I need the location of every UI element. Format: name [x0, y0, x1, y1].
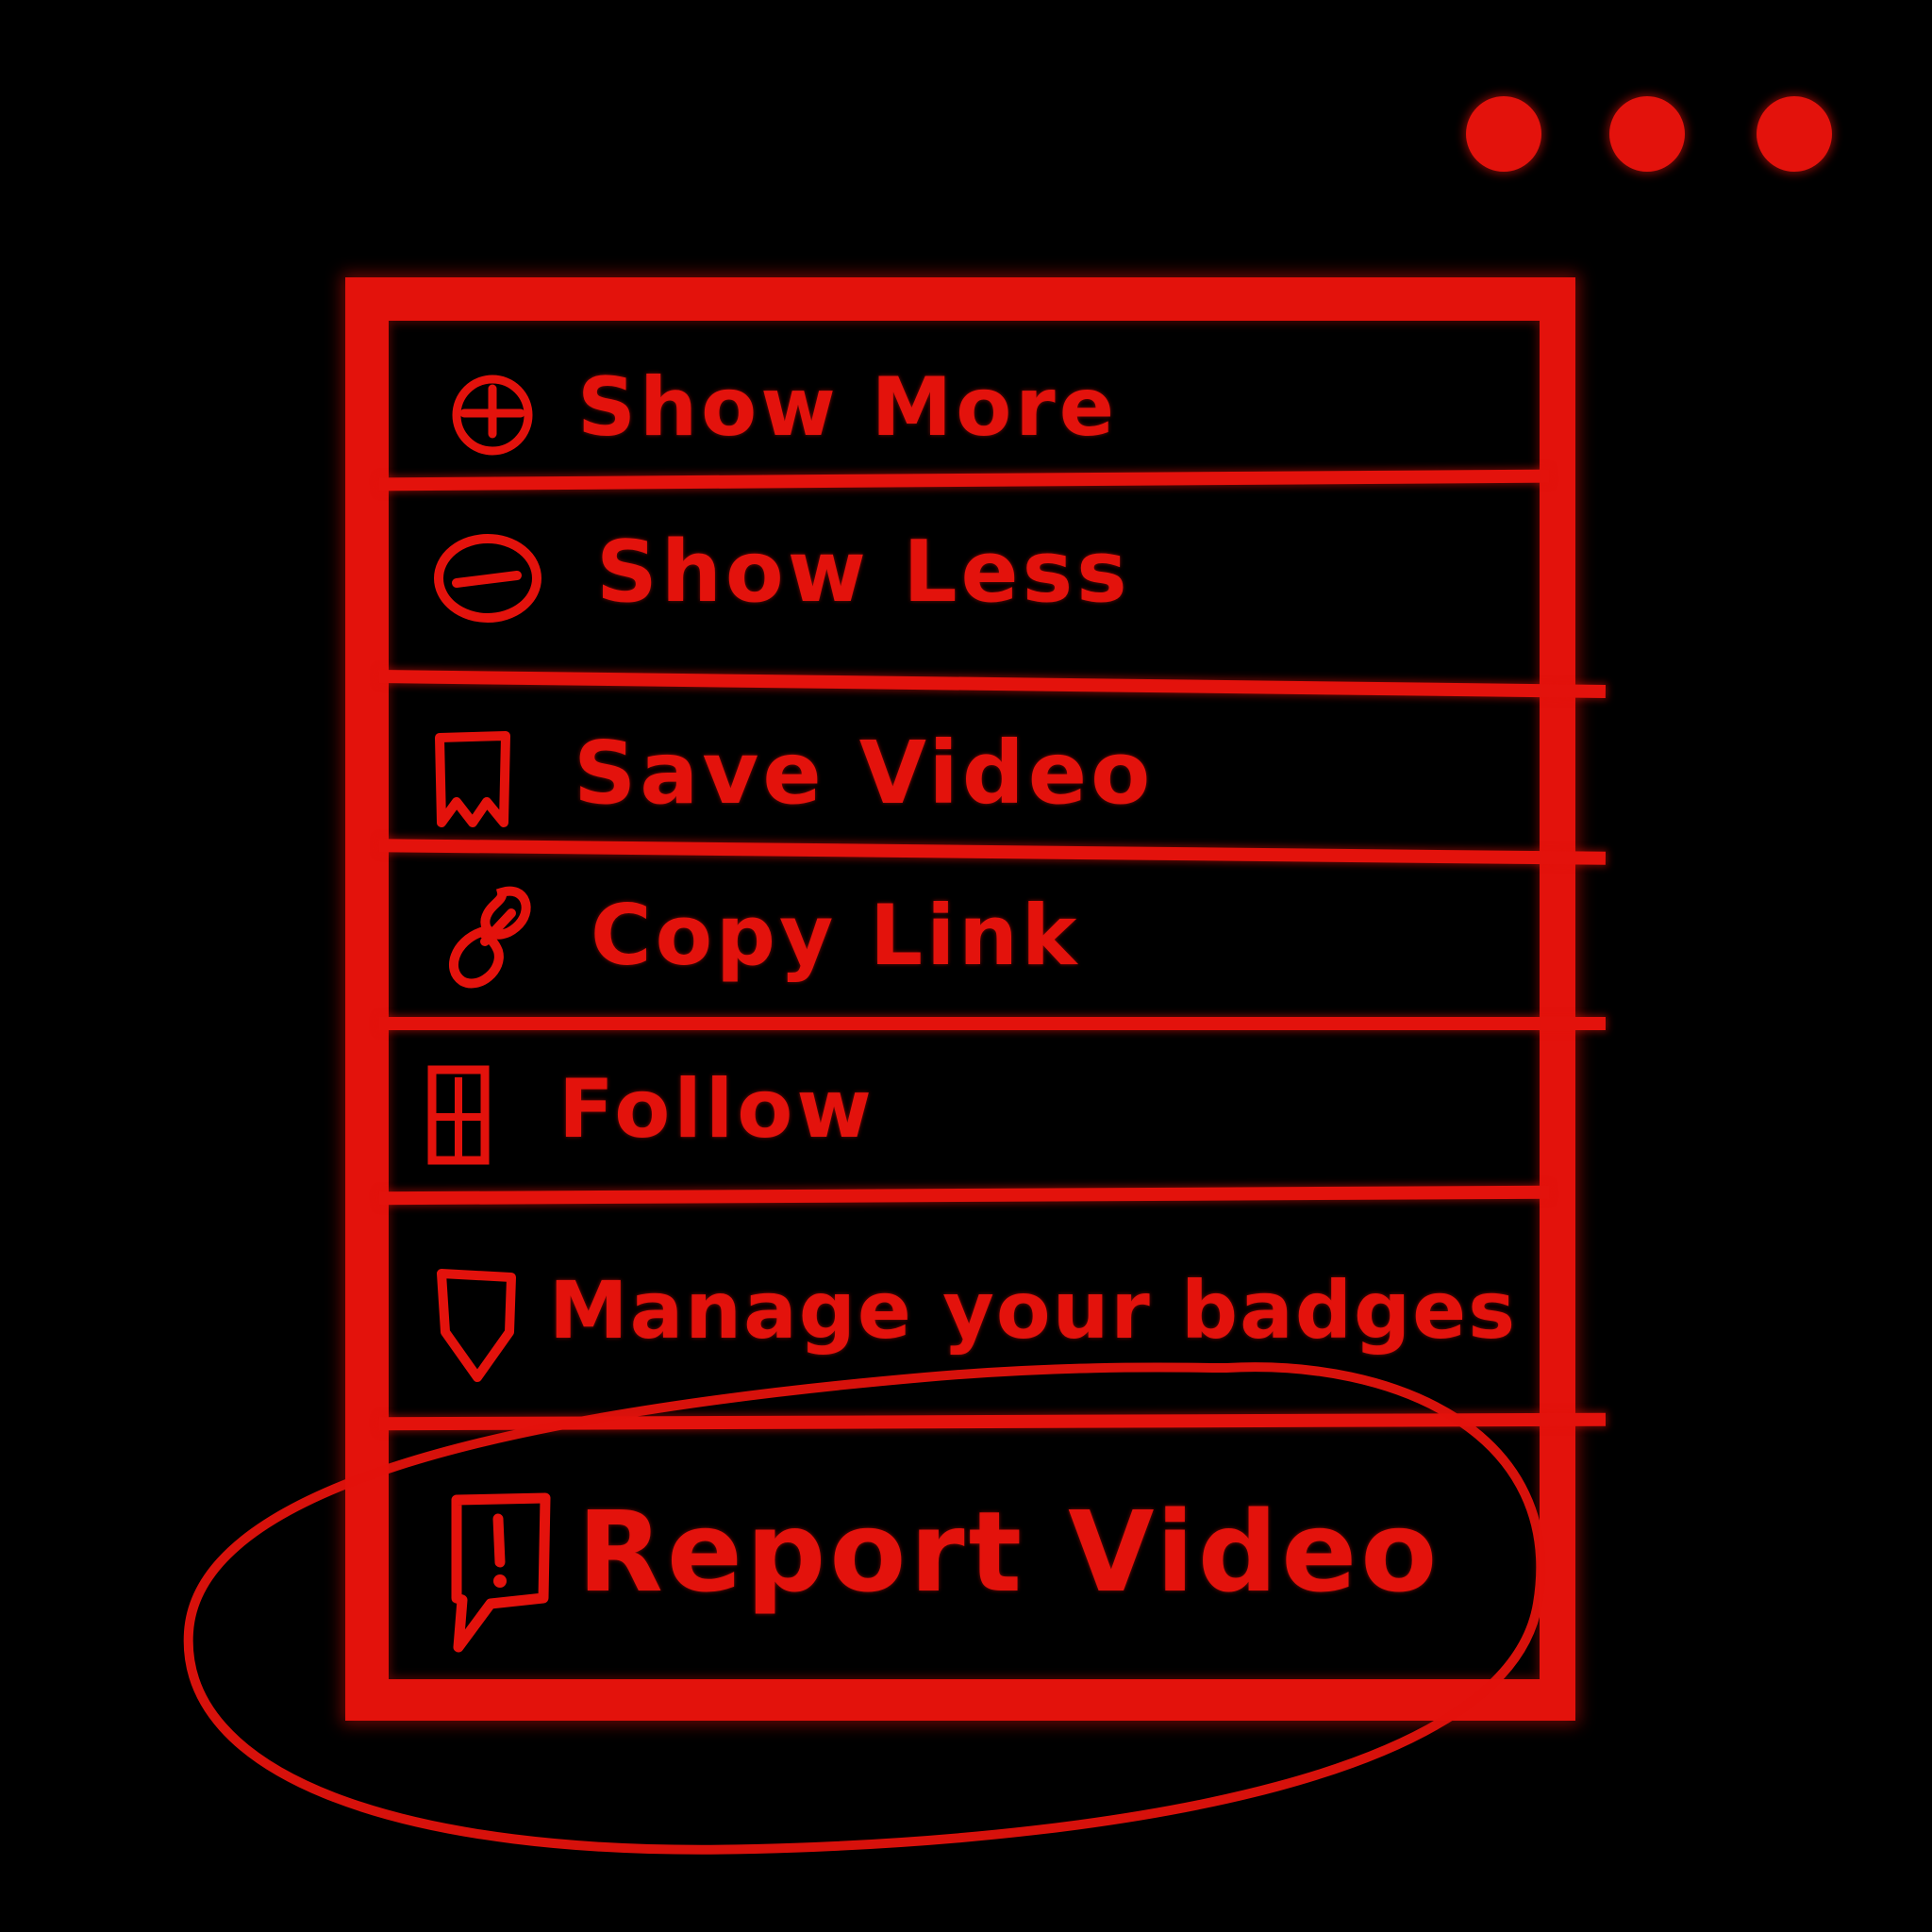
badge-icon: [437, 1269, 516, 1382]
plus-circle-icon: [452, 375, 533, 456]
menu-item-label: Show Less: [596, 523, 1131, 622]
menu-item-show-less[interactable]: Show Less: [389, 487, 1540, 647]
menu-item-label: Save Video: [574, 723, 1155, 824]
more-dot: [1466, 96, 1541, 172]
menu-item-label: Manage your badges: [549, 1264, 1518, 1357]
more-dot: [1609, 96, 1685, 172]
options-menu: Show More Show Less Save Video Copy Link…: [345, 277, 1607, 1721]
menu-item-show-more[interactable]: Show More: [389, 321, 1540, 481]
menu-item-copy-link[interactable]: Copy Link: [389, 858, 1540, 1009]
menu-item-follow[interactable]: Follow: [389, 1030, 1540, 1181]
more-dot: [1757, 96, 1832, 172]
menu-item-label: Report Video: [577, 1487, 1441, 1617]
minus-circle-icon: [434, 534, 541, 623]
menu-divider: [379, 1017, 1606, 1030]
more-options-button[interactable]: [1453, 85, 1849, 189]
menu-item-label: Copy Link: [591, 887, 1081, 984]
report-flag-icon: [451, 1492, 551, 1653]
menu-item-manage-badges[interactable]: Manage your badges: [389, 1202, 1540, 1438]
context-menu-screen: Show More Show Less Save Video Copy Link…: [0, 0, 1932, 1932]
add-user-icon: [427, 1065, 490, 1165]
bookmark-icon: [435, 731, 510, 827]
link-icon: [449, 886, 531, 989]
menu-item-report-video[interactable]: Report Video: [389, 1430, 1540, 1675]
menu-item-save-video[interactable]: Save Video: [389, 691, 1540, 841]
menu-item-label: Follow: [558, 1062, 875, 1157]
menu-item-label: Show More: [577, 360, 1119, 455]
